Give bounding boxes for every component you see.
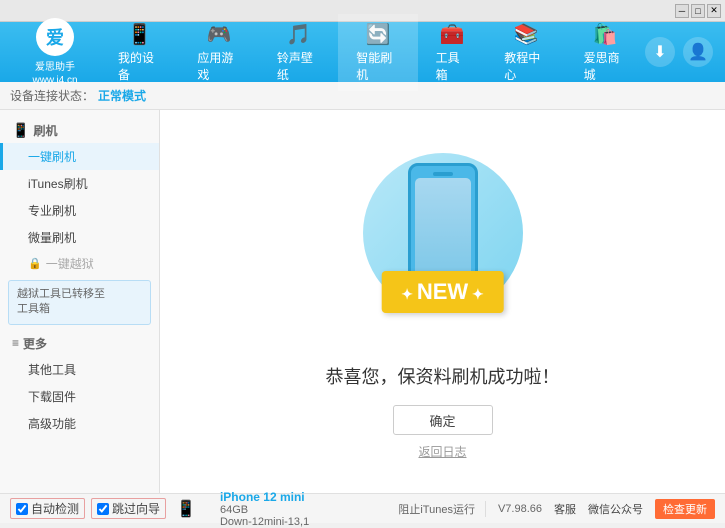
smart-flash-label: 智能刷机 [356,49,399,83]
nav-store[interactable]: 🛍️ 爱思商城 [566,14,645,91]
toolbox-label: 工具箱 [436,49,469,83]
customer-service-link[interactable]: 客服 [554,501,576,517]
my-device-icon: 📱 [127,22,152,47]
content-area: ✦ ✦ ✦ NEW 恭喜您，保资料刷机成功啦！ 确定 返回日志 [160,110,725,493]
sidebar-download-firmware[interactable]: 下载固件 [0,383,159,410]
device-icon: 📱 [176,499,196,519]
bottom-left: 自动检测 跳过向导 [10,498,166,519]
tutorials-icon: 📚 [513,22,538,47]
toolbox-icon: 🧰 [439,22,464,47]
auto-connect-checkbox[interactable]: 自动检测 [10,498,85,519]
nav-items: 📱 我的设备 🎮 应用游戏 🎵 铃声壁纸 🔄 智能刷机 🧰 工具箱 📚 教程中心… [100,14,645,91]
nav-tutorials[interactable]: 📚 教程中心 [486,14,565,91]
wechat-link[interactable]: 微信公众号 [588,501,643,517]
logo-name: 爱思助手 [35,58,75,73]
user-button[interactable]: 👤 [683,37,713,67]
phone-speaker [433,172,453,176]
device-capacity: 64GB [220,504,309,516]
device-model: Down-12mini-13,1 [220,516,309,528]
auto-connect-input[interactable] [16,503,28,515]
store-label: 爱思商城 [584,49,627,83]
my-device-label: 我的设备 [118,49,161,83]
download-button[interactable]: ⬇ [645,37,675,67]
close-button[interactable]: ✕ [707,4,721,18]
nav-my-device[interactable]: 📱 我的设备 [100,14,179,91]
skip-wizard-input[interactable] [97,503,109,515]
back-home-link[interactable]: 返回日志 [418,443,466,460]
more-label: 更多 [23,335,47,352]
sidebar-jailbreak-locked: 🔒 一键越狱 [0,251,159,276]
apps-games-icon: 🎮 [207,22,232,47]
nav-toolbox[interactable]: 🧰 工具箱 [418,14,487,91]
version-text: V7.98.66 [498,503,542,515]
check-update-button[interactable]: 检查更新 [655,499,715,519]
main-layout: 📱 刷机 一键刷机 iTunes刷机 专业刷机 微量刷机 🔒 一键越狱 越狱工具… [0,110,725,493]
nav-apps-games[interactable]: 🎮 应用游戏 [179,14,258,91]
store-icon: 🛍️ [593,22,618,47]
sparkle-2: ✦ [506,148,518,165]
status-value: 正常模式 [98,87,146,104]
sidebar-itunes-flash[interactable]: iTunes刷机 [0,170,159,197]
sparkle-1: ✦ [373,148,385,165]
flash-group-title: 📱 刷机 [0,118,159,143]
sidebar-advanced[interactable]: 高级功能 [0,410,159,437]
logo-icon: 爱 [36,18,74,56]
auto-connect-label: 自动检测 [31,500,79,517]
device-info: iPhone 12 mini 64GB Down-12mini-13,1 [220,490,309,528]
window-controls[interactable]: ─ □ ✕ [675,4,721,18]
device-name: iPhone 12 mini [220,490,309,504]
sidebar: 📱 刷机 一键刷机 iTunes刷机 专业刷机 微量刷机 🔒 一键越狱 越狱工具… [0,110,160,493]
top-nav: 爱 爱思助手 www.i4.cn 📱 我的设备 🎮 应用游戏 🎵 铃声壁纸 🔄 … [0,22,725,82]
ringtones-label: 铃声壁纸 [277,49,320,83]
success-illustration: ✦ ✦ ✦ NEW [353,143,533,343]
sidebar-other-tools[interactable]: 其他工具 [0,356,159,383]
logo-area: 爱 爱思助手 www.i4.cn [0,18,100,86]
sidebar-data-flash[interactable]: 微量刷机 [0,224,159,251]
flash-group-icon: 📱 [12,122,29,139]
smart-flash-icon: 🔄 [365,22,390,47]
maximize-button[interactable]: □ [691,4,705,18]
skip-wizard-label: 跳过向导 [112,500,160,517]
status-label: 设备连接状态： [10,87,94,104]
jailbreak-label: 一键越狱 [46,255,94,272]
confirm-button[interactable]: 确定 [393,405,493,435]
bottom-right: 阻止iTunes运行 V7.98.66 客服 微信公众号 检查更新 [398,499,715,519]
more-group-title: ≡ 更多 [0,331,159,356]
sidebar-notice: 越狱工具已转移至工具箱 [8,280,151,325]
skip-wizard-checkbox[interactable]: 跳过向导 [91,498,166,519]
lock-icon: 🔒 [28,257,42,270]
sidebar-pro-flash[interactable]: 专业刷机 [0,197,159,224]
tutorials-label: 教程中心 [504,49,547,83]
phone-screen [415,178,471,278]
minimize-button[interactable]: ─ [675,4,689,18]
apps-games-label: 应用游戏 [197,49,240,83]
more-icon: ≡ [12,336,19,350]
sidebar-one-click-flash[interactable]: 一键刷机 [0,143,159,170]
success-title: 恭喜您，保资料刷机成功啦！ [326,363,560,389]
logo-url: www.i4.cn [32,75,77,86]
flash-group-label: 刷机 [33,122,57,139]
nav-right: ⬇ 👤 [645,37,725,67]
nav-ringtones[interactable]: 🎵 铃声壁纸 [259,14,338,91]
bottom-bar: 自动检测 跳过向导 📱 iPhone 12 mini 64GB Down-12m… [0,493,725,523]
new-badge: NEW [381,271,504,313]
itunes-status: 阻止iTunes运行 [398,501,486,517]
sparkle-3: ✦ [358,286,370,303]
nav-smart-flash[interactable]: 🔄 智能刷机 [338,14,417,91]
ringtones-icon: 🎵 [286,22,311,47]
